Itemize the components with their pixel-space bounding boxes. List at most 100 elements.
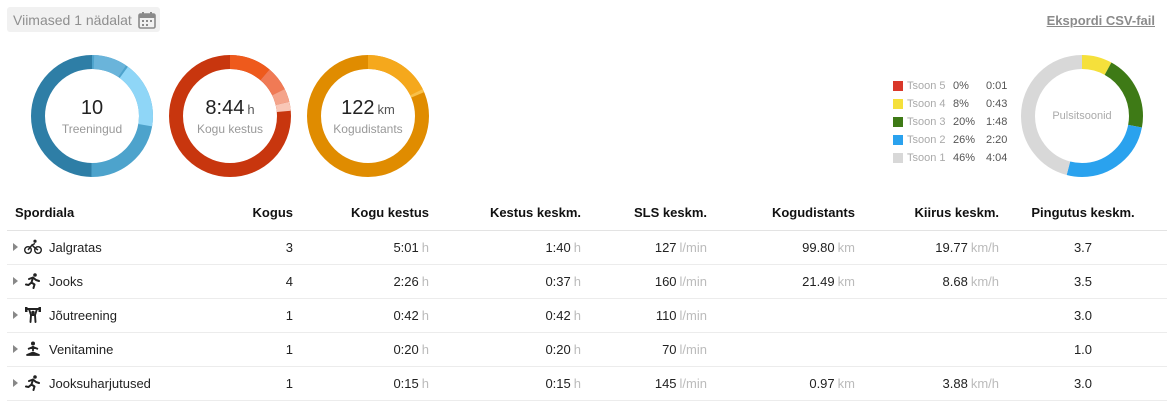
count-cell: 4	[177, 264, 303, 299]
zone-legend-row: Tsoon 2 26% 2:20	[893, 131, 1007, 149]
col-avg-effort[interactable]: Pingutus keskm.	[1009, 196, 1167, 231]
zone-percent: 20%	[953, 116, 976, 128]
sport-cell[interactable]: Jooks	[7, 264, 177, 299]
zone-legend-row: Tsoon 1 46% 4:04	[893, 149, 1007, 167]
table-row[interactable]: Jooks 4 2:26 h 0:37 h 160 l/min 21.49 km 8.68 km/h 3…	[7, 264, 1167, 299]
total-duration-cell: 0:15 h	[303, 366, 439, 401]
expand-arrow-icon[interactable]	[13, 311, 18, 320]
calendar-icon[interactable]	[138, 11, 156, 29]
workouts-donut: 10 Treeningud	[31, 55, 153, 177]
distance-label: Kogudistants	[333, 121, 403, 136]
expand-arrow-icon[interactable]	[13, 345, 18, 354]
distance-value: 122	[341, 96, 375, 119]
zone-percent: 26%	[953, 134, 976, 146]
zone-time: 1:48	[986, 116, 1008, 128]
zone-name: Tsoon 5	[907, 80, 946, 92]
sport-cell[interactable]: Venitamine	[7, 332, 177, 367]
unit-label: km/h	[970, 273, 999, 289]
unit-label: h	[421, 341, 429, 357]
col-avg-hr[interactable]: SLS keskm.	[591, 196, 717, 231]
cycling-icon	[24, 239, 42, 255]
avg-effort-cell: 3.7	[1009, 230, 1167, 265]
zone-legend-row: Tsoon 3 20% 1:48	[893, 113, 1007, 131]
zone-legend-row: Tsoon 5 0% 0:01	[893, 77, 1007, 95]
unit-label: h	[421, 307, 429, 323]
zone-time: 0:43	[986, 98, 1008, 110]
workouts-label: Treeningud	[61, 121, 123, 136]
avg-hr-cell: 70 l/min	[591, 332, 717, 367]
unit-label: h	[421, 273, 429, 289]
sport-name: Venitamine	[49, 341, 114, 357]
avg-effort-cell: 3.0	[1009, 366, 1167, 401]
table-row[interactable]: Jõutreening 1 0:42 h 0:42 h 110 l/min 3.0	[7, 298, 1167, 333]
export-csv-link[interactable]: Ekspordi CSV-fail	[1047, 13, 1155, 28]
unit-label: h	[573, 307, 581, 323]
distance-cell	[717, 332, 865, 367]
avg-duration-cell: 1:40 h	[439, 230, 591, 265]
avg-speed-cell: 19.77 km/h	[865, 230, 1009, 265]
table-row[interactable]: Jooksuharjutused 1 0:15 h 0:15 h 145 l/min 0.97 k…	[7, 366, 1167, 401]
stretching-icon	[26, 341, 40, 357]
period-selector[interactable]: Viimased 1 nädalat	[7, 7, 160, 32]
distance-cell: 21.49 km	[717, 264, 865, 299]
weightlifting-icon	[25, 307, 41, 324]
avg-duration-cell: 0:20 h	[439, 332, 591, 367]
avg-hr-cell: 160 l/min	[591, 264, 717, 299]
sport-cell[interactable]: Jooksuharjutused	[7, 366, 177, 401]
zone-time: 2:20	[986, 134, 1008, 146]
unit-label: km	[837, 375, 855, 391]
avg-hr-cell: 110 l/min	[591, 298, 717, 333]
unit-label: km	[837, 239, 855, 255]
running-drills-icon	[25, 375, 40, 392]
zone3-swatch	[893, 117, 903, 127]
sport-cell[interactable]: Jalgratas	[7, 230, 177, 265]
zone-legend-row: Tsoon 4 8% 0:43	[893, 95, 1007, 113]
unit-label: h	[573, 273, 581, 289]
avg-duration-cell: 0:37 h	[439, 264, 591, 299]
distance-cell: 0.97 km	[717, 366, 865, 401]
zones-legend: Tsoon 5 0% 0:01 Tsoon 4 8% 0:43 Tsoon 3 …	[893, 77, 1007, 167]
col-distance[interactable]: Kogudistants	[717, 196, 865, 231]
table-row[interactable]: Venitamine 1 0:20 h 0:20 h 70 l/min 1.0	[7, 332, 1167, 367]
count-cell: 3	[177, 230, 303, 265]
expand-arrow-icon[interactable]	[13, 277, 18, 286]
sports-table: Spordiala Kogus Kogu kestus Kestus keskm…	[7, 196, 1167, 401]
avg-effort-cell: 3.5	[1009, 264, 1167, 299]
avg-speed-cell	[865, 298, 1009, 333]
avg-speed-cell	[865, 332, 1009, 367]
distance-donut: 122 km Kogudistants	[307, 55, 429, 177]
count-cell: 1	[177, 332, 303, 367]
total-duration-cell: 0:20 h	[303, 332, 439, 367]
avg-speed-cell: 8.68 km/h	[865, 264, 1009, 299]
expand-arrow-icon[interactable]	[13, 379, 18, 388]
zone-percent: 0%	[953, 80, 969, 92]
col-sport[interactable]: Spordiala	[7, 196, 177, 231]
count-cell: 1	[177, 366, 303, 401]
sport-name: Jooks	[49, 273, 83, 289]
zone1-swatch	[893, 153, 903, 163]
unit-label: h	[573, 239, 581, 255]
duration-value: 8:44	[205, 96, 245, 119]
unit-label: km	[837, 273, 855, 289]
col-count[interactable]: Kogus	[177, 196, 303, 231]
expand-arrow-icon[interactable]	[13, 243, 18, 252]
col-avg-speed[interactable]: Kiirus keskm.	[865, 196, 1009, 231]
total-duration-cell: 0:42 h	[303, 298, 439, 333]
sport-cell[interactable]: Jõutreening	[7, 298, 177, 333]
unit-label: h	[573, 341, 581, 357]
table-row[interactable]: Jalgratas 3 5:01 h 1:40 h 127 l/min 99.80 km 19.77…	[7, 230, 1167, 265]
col-avg-duration[interactable]: Kestus keskm.	[439, 196, 591, 231]
zone5-swatch	[893, 81, 903, 91]
zone-name: Tsoon 1	[907, 152, 946, 164]
avg-speed-cell: 3.88 km/h	[865, 366, 1009, 401]
distance-unit: km	[377, 101, 395, 117]
avg-effort-cell: 3.0	[1009, 298, 1167, 333]
zone-name: Tsoon 4	[907, 98, 946, 110]
unit-label: l/min	[679, 375, 707, 391]
col-total-duration[interactable]: Kogu kestus	[303, 196, 439, 231]
avg-effort-cell: 1.0	[1009, 332, 1167, 367]
distance-cell: 99.80 km	[717, 230, 865, 265]
count-cell: 1	[177, 298, 303, 333]
duration-label: Kogu kestus	[196, 121, 264, 136]
unit-label: km/h	[970, 375, 999, 391]
